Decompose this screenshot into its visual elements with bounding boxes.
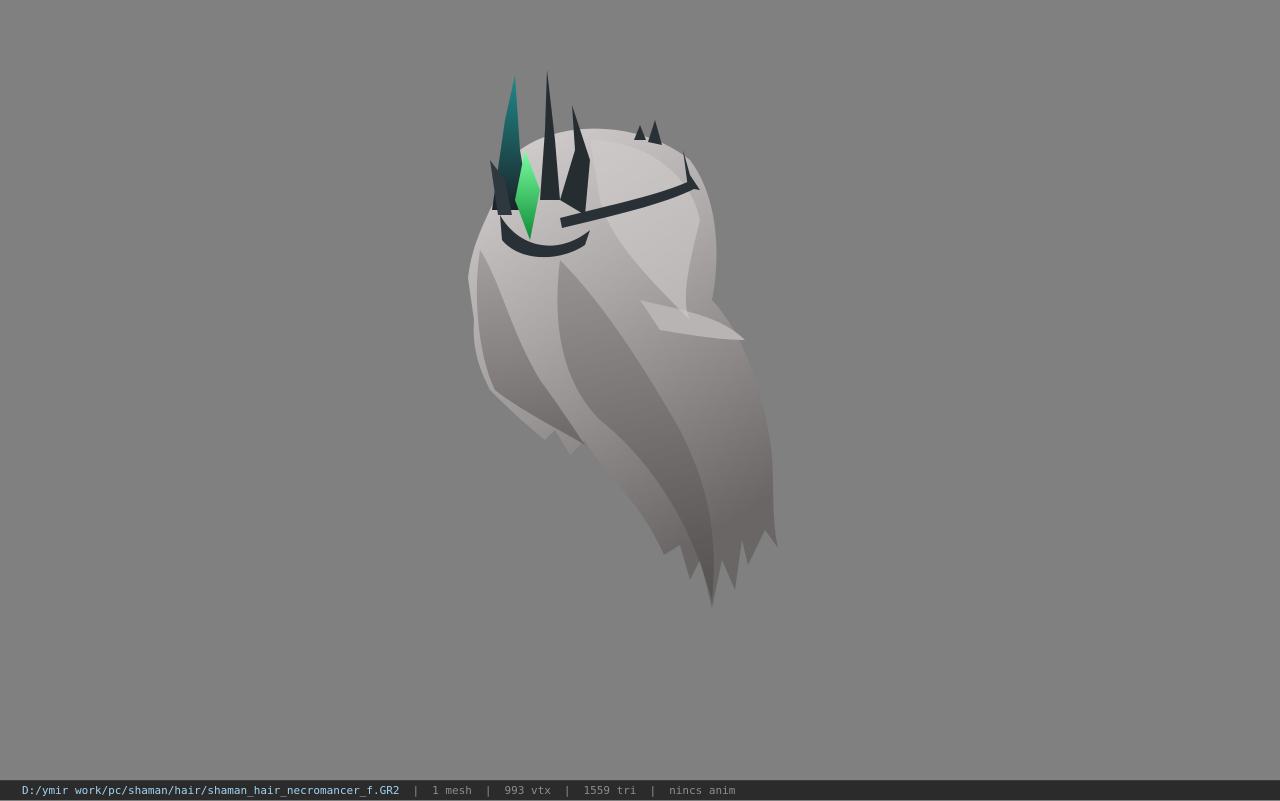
- status-separator: |: [649, 783, 657, 797]
- mesh-count: 1 mesh: [432, 783, 472, 797]
- vertex-count: 993 vtx: [504, 783, 551, 797]
- status-bar: D:/ymir work/pc/shaman/hair/shaman_hair_…: [0, 780, 1280, 800]
- status-separator: |: [563, 783, 571, 797]
- status-separator: |: [412, 783, 420, 797]
- file-path: D:/ymir work/pc/shaman/hair/shaman_hair_…: [22, 783, 400, 797]
- triangle-count: 1559 tri: [583, 783, 637, 797]
- animation-status: nincs anim: [669, 783, 736, 797]
- status-separator: |: [484, 783, 492, 797]
- 3d-viewport[interactable]: [0, 0, 1280, 780]
- hair-model-render: [468, 70, 778, 609]
